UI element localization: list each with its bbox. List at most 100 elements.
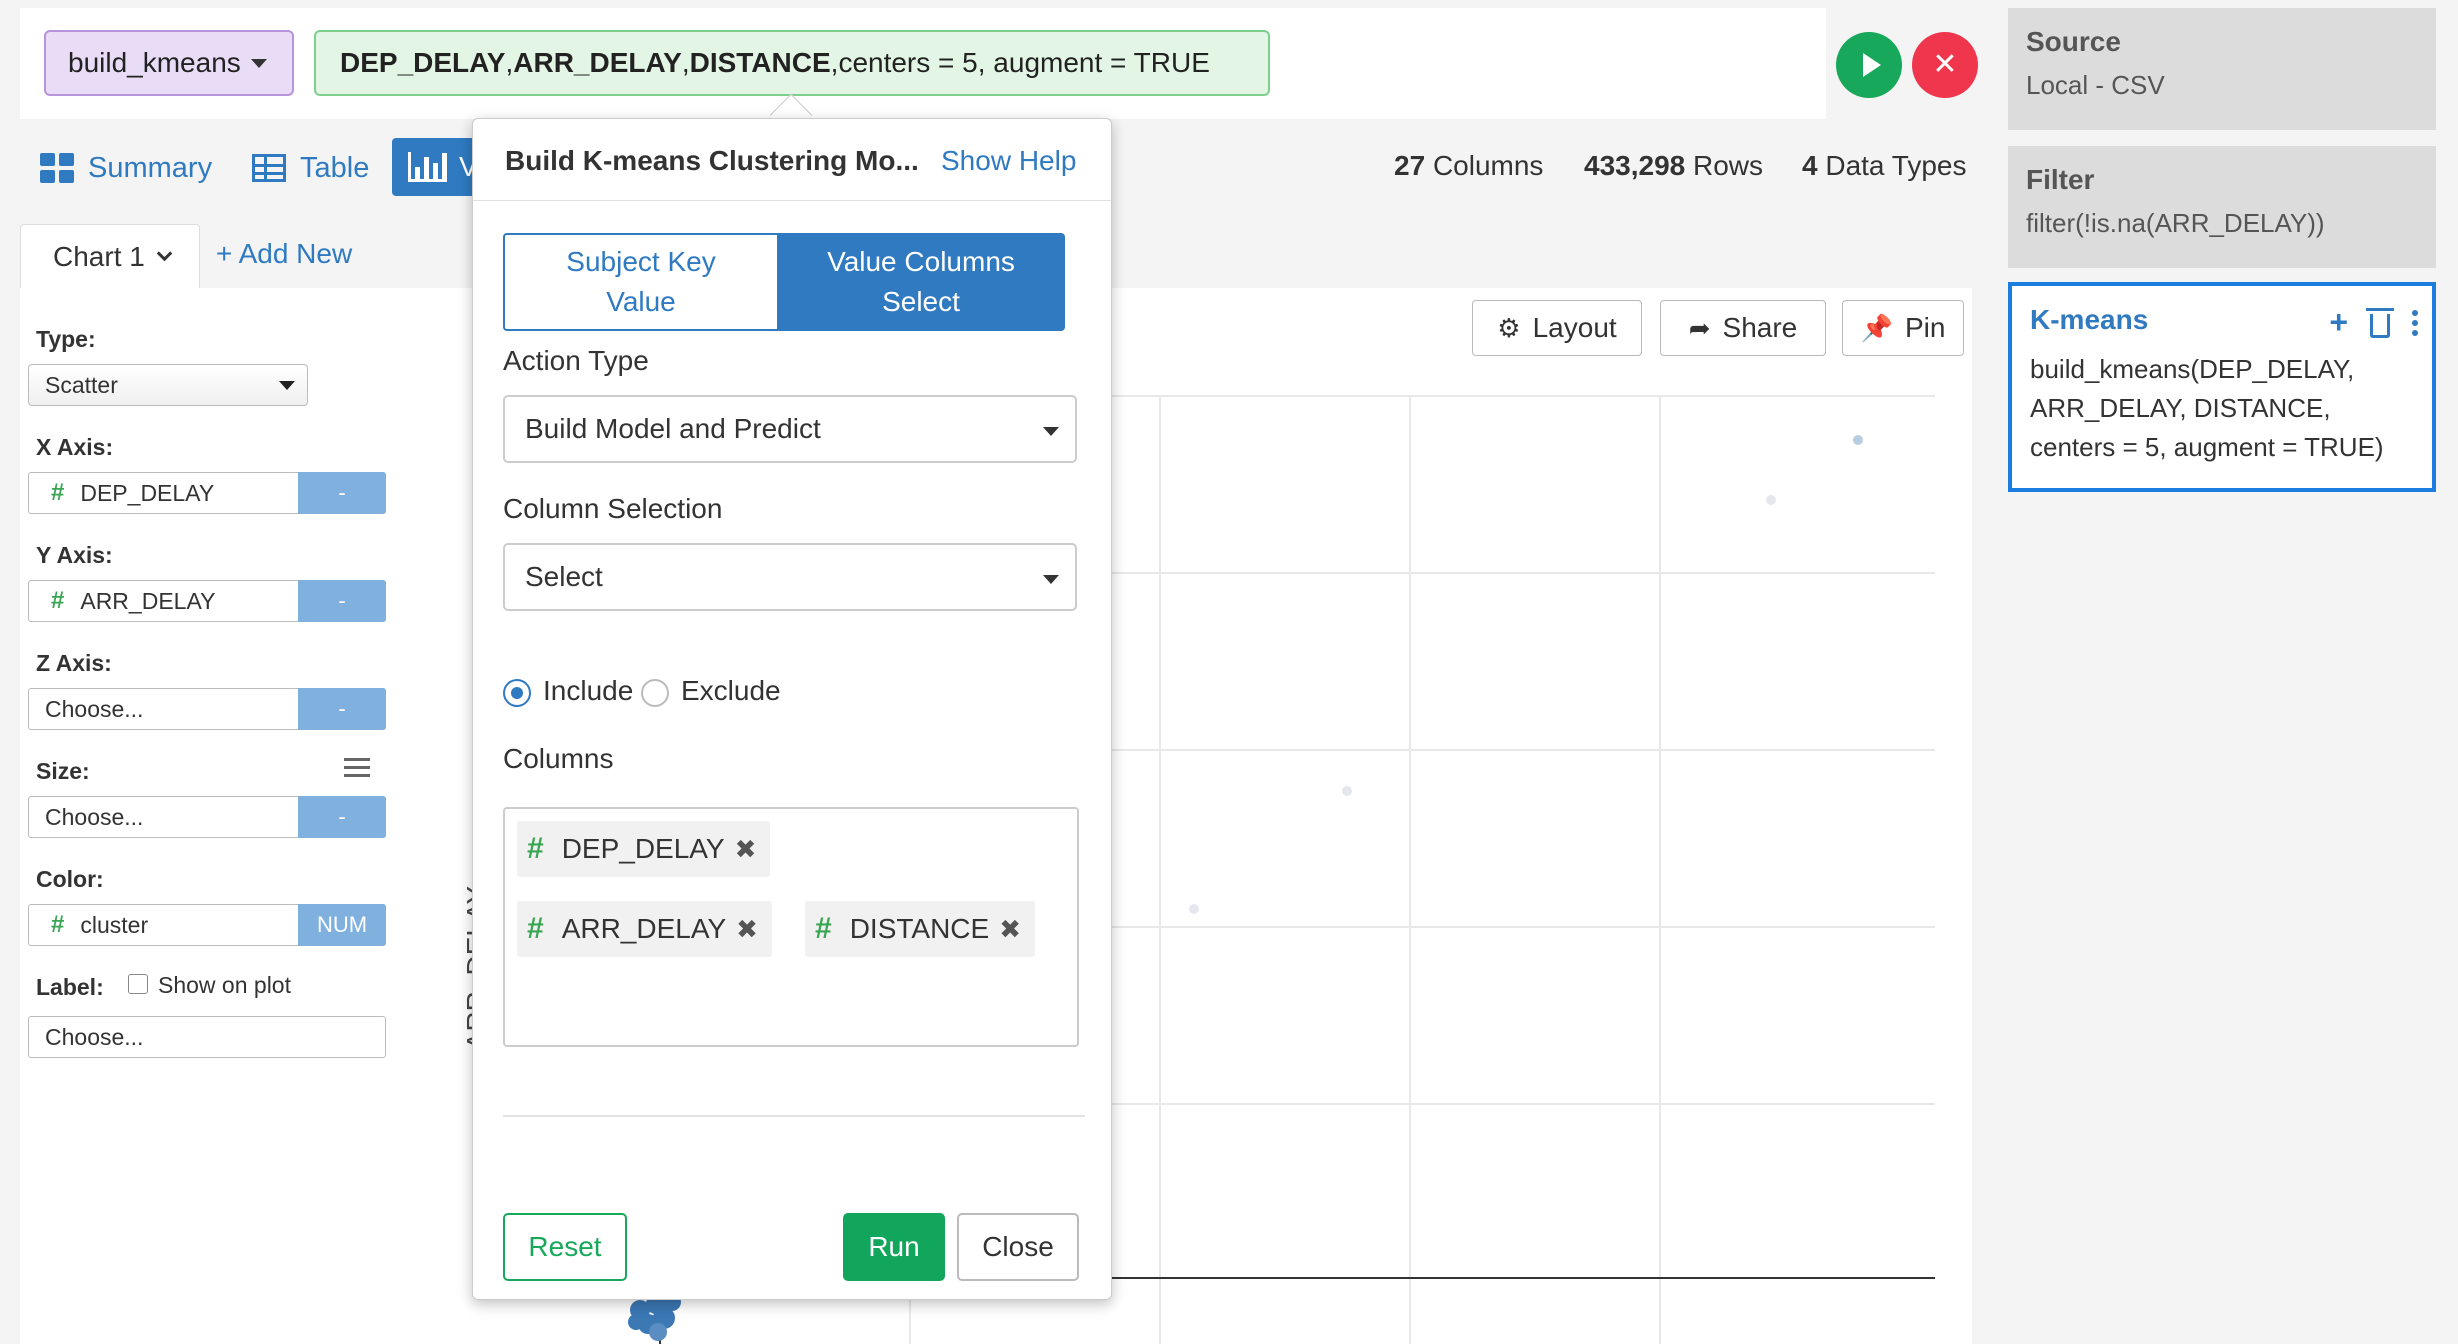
size-value: Choose... — [45, 803, 144, 830]
column-selection-select[interactable]: Select — [503, 543, 1077, 611]
stat-rows-label: Rows — [1693, 150, 1764, 181]
step-filter[interactable]: Filter filter(!is.na(ARR_DELAY)) — [2008, 146, 2436, 268]
arg-dep-delay: DEP_DELAY — [340, 47, 506, 78]
chart-config-panel: Type: Scatter X Axis: # DEP_DELAY - Y Ax… — [20, 288, 460, 1344]
plus-icon[interactable]: + — [2329, 304, 2348, 341]
color-value: cluster — [80, 911, 149, 938]
kebab-icon[interactable] — [2412, 309, 2418, 336]
size-field[interactable]: Choose... - — [28, 796, 386, 838]
scatter-point — [1853, 435, 1863, 445]
tab-table[interactable]: Table — [252, 146, 369, 190]
arg-options: centers = 5, augment = TRUE — [838, 47, 1210, 78]
numeric-type-icon: # — [527, 832, 544, 865]
show-help-link[interactable]: Show Help — [941, 145, 1076, 177]
seg-line: Value Columns — [827, 246, 1015, 277]
step-title: Filter — [2026, 164, 2095, 195]
step-source[interactable]: Source Local - CSV — [2008, 8, 2436, 130]
column-selection-value: Select — [525, 561, 603, 592]
z-axis-aggregate-button[interactable]: - — [298, 688, 386, 730]
type-label: Type: — [36, 326, 96, 352]
arg-separator: , — [830, 47, 839, 78]
tab-value-columns-select[interactable]: Value Columns Select — [777, 233, 1065, 331]
columns-multiselect[interactable]: # DEP_DELAY ✖ # ARR_DELAY ✖ # DISTANCE ✖ — [503, 807, 1079, 1047]
exclude-radio[interactable] — [641, 679, 669, 707]
stat-types-count: 4 — [1802, 150, 1818, 181]
show-on-plot-checkbox[interactable] — [128, 974, 148, 994]
numeric-type-icon: # — [51, 911, 65, 938]
arg-arr-delay: ARR_DELAY — [513, 47, 682, 78]
tab-chart-1[interactable]: Chart 1 — [20, 224, 200, 288]
chart-type-value: Scatter — [45, 371, 118, 398]
y-axis-aggregate-button[interactable]: - — [298, 580, 386, 622]
cancel-command-button[interactable]: ✕ — [1912, 32, 1978, 98]
layout-button[interactable]: ⚙ Layout — [1472, 300, 1642, 356]
include-radio[interactable] — [503, 679, 531, 707]
y-axis-field[interactable]: # ARR_DELAY - — [28, 580, 386, 622]
arg-distance: DISTANCE — [689, 47, 831, 78]
label-value: Choose... — [45, 1023, 144, 1050]
step-actions: + — [2329, 304, 2418, 341]
run-command-button[interactable] — [1836, 32, 1902, 98]
close-icon[interactable]: ✖ — [735, 834, 757, 865]
step-body-line: centers = 5, augment = TRUE) — [2030, 432, 2384, 462]
z-axis-label: Z Axis: — [36, 650, 112, 676]
label-field[interactable]: Choose... — [28, 1016, 386, 1058]
z-axis-field[interactable]: Choose... - — [28, 688, 386, 730]
step-body-line: ARR_DELAY, DISTANCE, — [2030, 393, 2331, 423]
scatter-cluster — [628, 1293, 681, 1341]
x-axis-field[interactable]: # DEP_DELAY - — [28, 472, 386, 514]
chart-type-select[interactable]: Scatter — [28, 364, 308, 406]
stat-types-label: Data Types — [1825, 150, 1967, 181]
stat-types: 4 Data Types — [1802, 150, 1966, 182]
caret-down-icon — [279, 381, 295, 390]
color-type-button[interactable]: NUM — [298, 904, 386, 946]
share-button[interactable]: ➦ Share — [1660, 300, 1826, 356]
seg-line: Value — [606, 286, 676, 317]
trash-icon[interactable] — [2366, 307, 2394, 338]
command-args-input[interactable]: DEP_DELAY, ARR_DELAY, DISTANCE, centers … — [314, 30, 1270, 96]
function-dropdown[interactable]: build_kmeans — [44, 30, 294, 96]
bar-chart-icon — [408, 152, 447, 182]
step-title: K-means — [2030, 304, 2149, 335]
dialog-header: Build K-means Clustering Mo... Show Help — [473, 119, 1111, 201]
x-axis-aggregate-button[interactable]: - — [298, 472, 386, 514]
chip-label: DISTANCE — [849, 913, 990, 944]
tab-summary[interactable]: Summary — [40, 146, 212, 190]
column-selection-label: Column Selection — [503, 493, 723, 524]
close-icon[interactable]: ✖ — [736, 914, 758, 945]
menu-icon[interactable] — [344, 758, 370, 782]
reset-button[interactable]: Reset — [503, 1213, 627, 1281]
close-icon[interactable]: ✖ — [999, 914, 1021, 945]
step-body: Local - CSV — [2026, 70, 2165, 100]
pin-button[interactable]: 📌 Pin — [1842, 300, 1964, 356]
close-icon: ✕ — [1932, 48, 1958, 81]
z-axis-value: Choose... — [45, 695, 144, 722]
seg-line: Select — [882, 286, 960, 317]
play-icon — [1862, 53, 1881, 77]
stat-columns-label: Columns — [1432, 150, 1544, 181]
action-type-value: Build Model and Predict — [525, 413, 821, 444]
caret-down-icon — [1043, 427, 1059, 436]
color-field[interactable]: # cluster NUM — [28, 904, 386, 946]
exclude-label: Exclude — [681, 675, 781, 706]
caret-down-icon — [1043, 575, 1059, 584]
arg-separator: , — [505, 47, 514, 78]
seg-line: Subject Key — [566, 246, 716, 277]
run-button[interactable]: Run — [843, 1213, 945, 1281]
columns-label: Columns — [503, 743, 614, 774]
y-axis-label: Y Axis: — [36, 542, 113, 568]
step-kmeans[interactable]: K-means + build_kmeans(DEP_DELAY, ARR_DE… — [2008, 282, 2436, 492]
size-aggregate-button[interactable]: - — [298, 796, 386, 838]
action-type-select[interactable]: Build Model and Predict — [503, 395, 1077, 463]
y-axis-value: ARR_DELAY — [80, 587, 216, 614]
gear-icon: ⚙ — [1497, 312, 1521, 343]
stat-columns: 27 Columns — [1394, 150, 1543, 182]
add-chart-link[interactable]: + Add New — [216, 238, 352, 270]
show-on-plot-label: Show on plot — [158, 972, 291, 998]
step-body-line: build_kmeans(DEP_DELAY, — [2030, 354, 2355, 384]
scatter-point — [1342, 786, 1352, 796]
close-button[interactable]: Close — [957, 1213, 1079, 1281]
tab-viz[interactable]: V — [392, 138, 482, 196]
numeric-type-icon: # — [51, 479, 65, 506]
tab-subject-key-value[interactable]: Subject Key Value — [503, 233, 779, 331]
